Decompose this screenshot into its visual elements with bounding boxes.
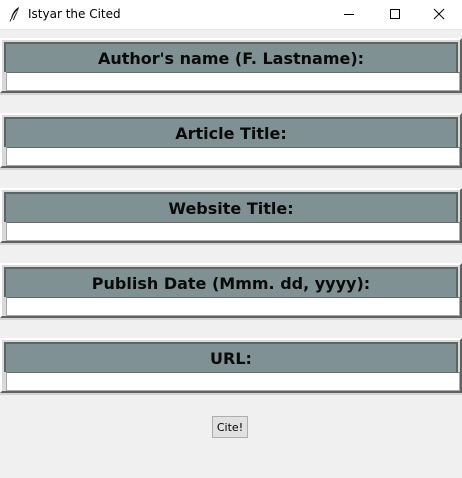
url-field-group: URL: [0, 338, 462, 395]
field-frame: Website Title: [0, 188, 462, 243]
title-bar[interactable]: Istyar the Cited [0, 0, 462, 30]
publish-date-input[interactable] [6, 297, 460, 316]
maximize-icon [389, 5, 401, 24]
minimize-icon [343, 5, 355, 24]
field-label-bar: Website Title: [4, 192, 458, 222]
field-frame: URL: [0, 338, 462, 393]
minimize-button[interactable] [326, 0, 372, 29]
website-title-field-group: Website Title: [0, 188, 462, 245]
field-label-bar: URL: [4, 342, 458, 372]
field-frame: Article Title: [0, 113, 462, 168]
article-title-field-group: Article Title: [0, 113, 462, 170]
url-input[interactable] [6, 372, 460, 391]
publish-date-field-group: Publish Date (Mmm. dd, yyyy): [0, 263, 462, 320]
field-frame: Author's name (F. Lastname): [0, 38, 462, 93]
feather-icon [9, 6, 21, 22]
field-frame: Publish Date (Mmm. dd, yyyy): [0, 263, 462, 318]
close-icon [433, 5, 445, 24]
article-title-input[interactable] [6, 147, 460, 166]
window-title: Istyar the Cited [28, 7, 121, 21]
field-label-bar: Author's name (F. Lastname): [4, 42, 458, 72]
field-label-bar: Publish Date (Mmm. dd, yyyy): [4, 267, 458, 297]
publish-date-label: Publish Date (Mmm. dd, yyyy): [91, 273, 371, 293]
url-label: URL: [210, 348, 252, 368]
website-title-label: Website Title: [168, 198, 294, 218]
field-label-bar: Article Title: [4, 117, 458, 147]
author-label: Author's name (F. Lastname): [97, 48, 365, 68]
cite-button[interactable]: Cite! [212, 416, 248, 438]
article-title-label: Article Title: [175, 123, 287, 143]
close-button[interactable] [416, 0, 462, 29]
website-title-input[interactable] [6, 222, 460, 241]
maximize-button[interactable] [372, 0, 418, 29]
author-input[interactable] [6, 72, 460, 91]
author-field-group: Author's name (F. Lastname): [0, 38, 462, 95]
